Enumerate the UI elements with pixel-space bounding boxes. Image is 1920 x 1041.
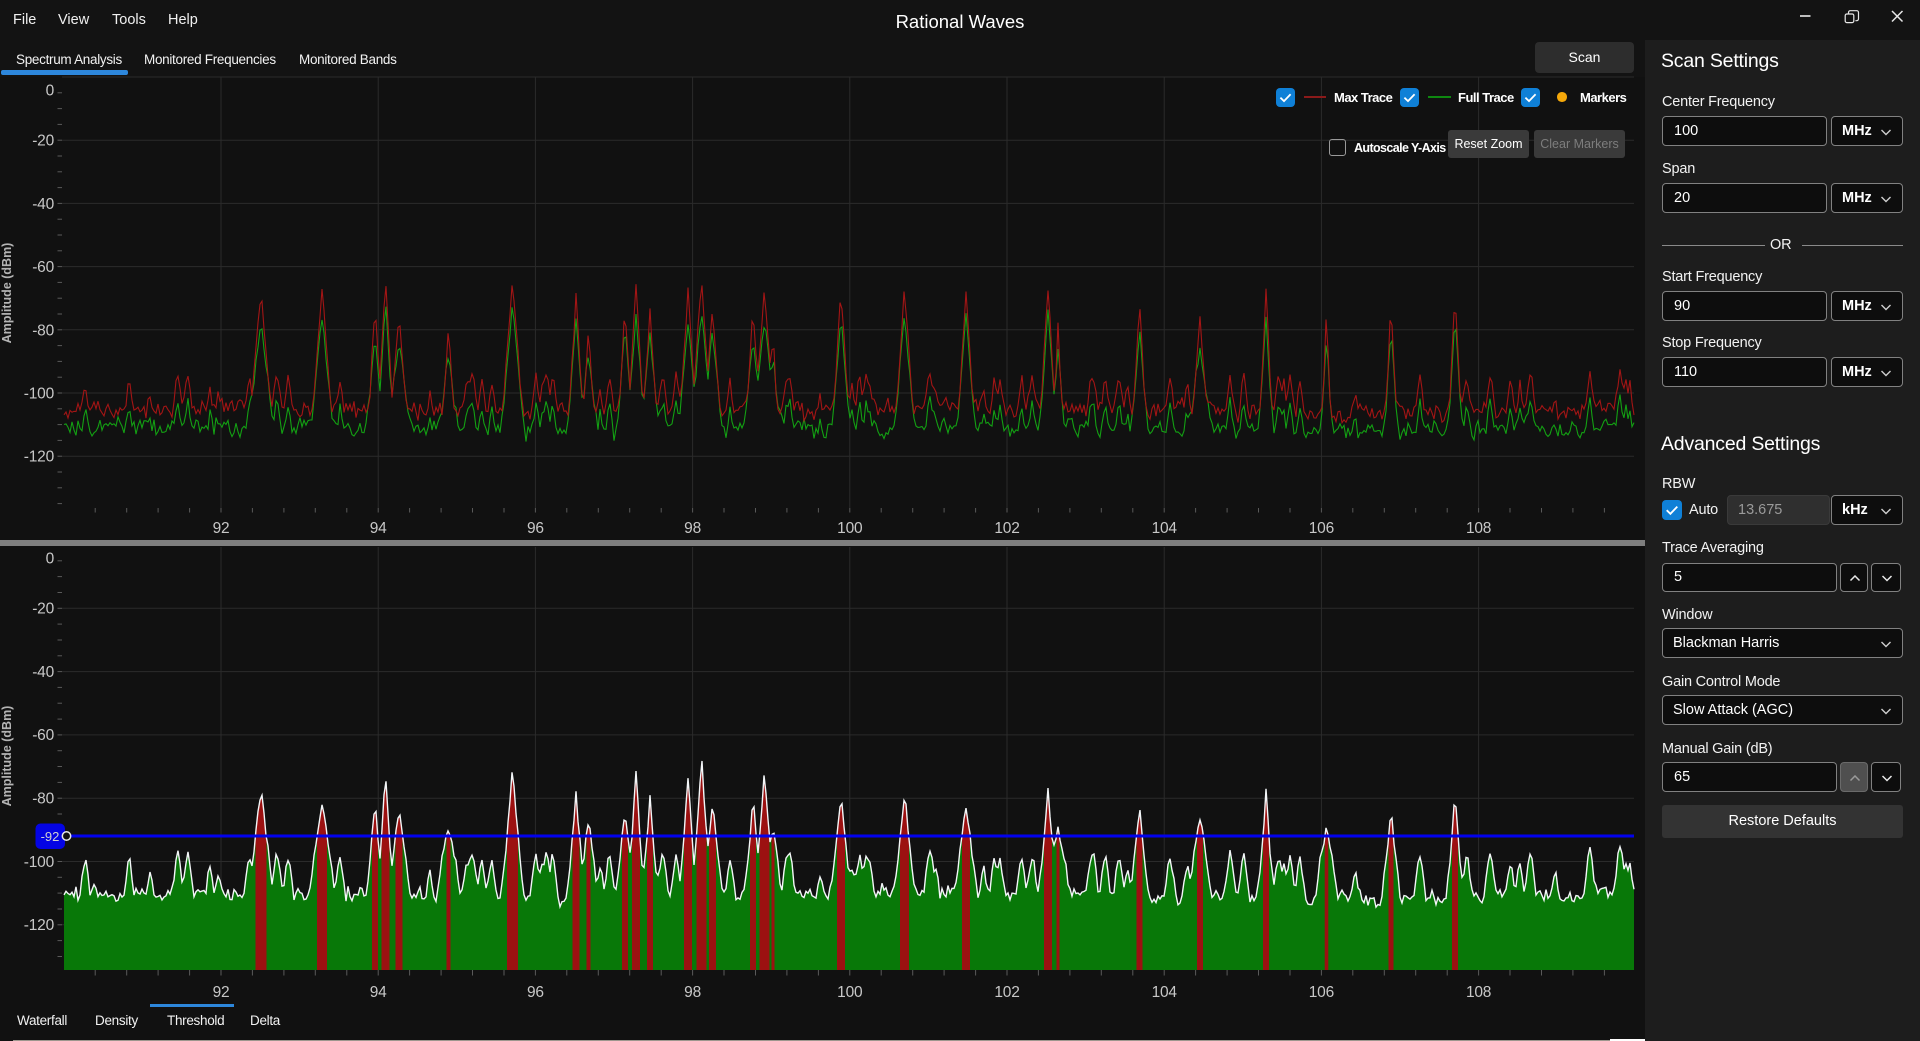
svg-text:102: 102: [994, 984, 1019, 1001]
svg-text:106: 106: [1309, 520, 1334, 537]
svg-text:100: 100: [837, 984, 863, 1001]
svg-text:Amplitude (dBm): Amplitude (dBm): [0, 243, 14, 344]
svg-text:92: 92: [213, 520, 230, 537]
svg-text:-80: -80: [32, 791, 54, 808]
svg-text:104: 104: [1152, 984, 1178, 1001]
svg-text:108: 108: [1466, 520, 1491, 537]
svg-text:-80: -80: [32, 322, 54, 339]
svg-text:-120: -120: [24, 449, 55, 466]
svg-text:106: 106: [1309, 984, 1334, 1001]
svg-text:98: 98: [684, 984, 701, 1001]
svg-text:-60: -60: [32, 259, 54, 276]
svg-text:94: 94: [370, 520, 387, 537]
svg-text:102: 102: [994, 520, 1019, 537]
svg-text:98: 98: [684, 520, 701, 537]
svg-text:-120: -120: [24, 917, 55, 934]
svg-text:Amplitude (dBm): Amplitude (dBm): [0, 706, 14, 807]
svg-text:-20: -20: [32, 601, 54, 618]
svg-text:92: 92: [213, 984, 230, 1001]
svg-text:-100: -100: [24, 386, 55, 403]
svg-text:96: 96: [527, 984, 544, 1001]
svg-text:-60: -60: [32, 727, 54, 744]
svg-text:-40: -40: [32, 196, 54, 213]
svg-text:-40: -40: [32, 664, 54, 681]
svg-text:-92: -92: [41, 829, 60, 844]
svg-text:94: 94: [370, 984, 387, 1001]
svg-text:0: 0: [46, 551, 55, 568]
svg-text:0: 0: [46, 83, 55, 100]
svg-text:108: 108: [1466, 984, 1491, 1001]
svg-text:96: 96: [527, 520, 544, 537]
svg-text:100: 100: [837, 520, 863, 537]
svg-text:-20: -20: [32, 133, 54, 150]
svg-text:104: 104: [1152, 520, 1178, 537]
svg-text:-100: -100: [24, 854, 55, 871]
